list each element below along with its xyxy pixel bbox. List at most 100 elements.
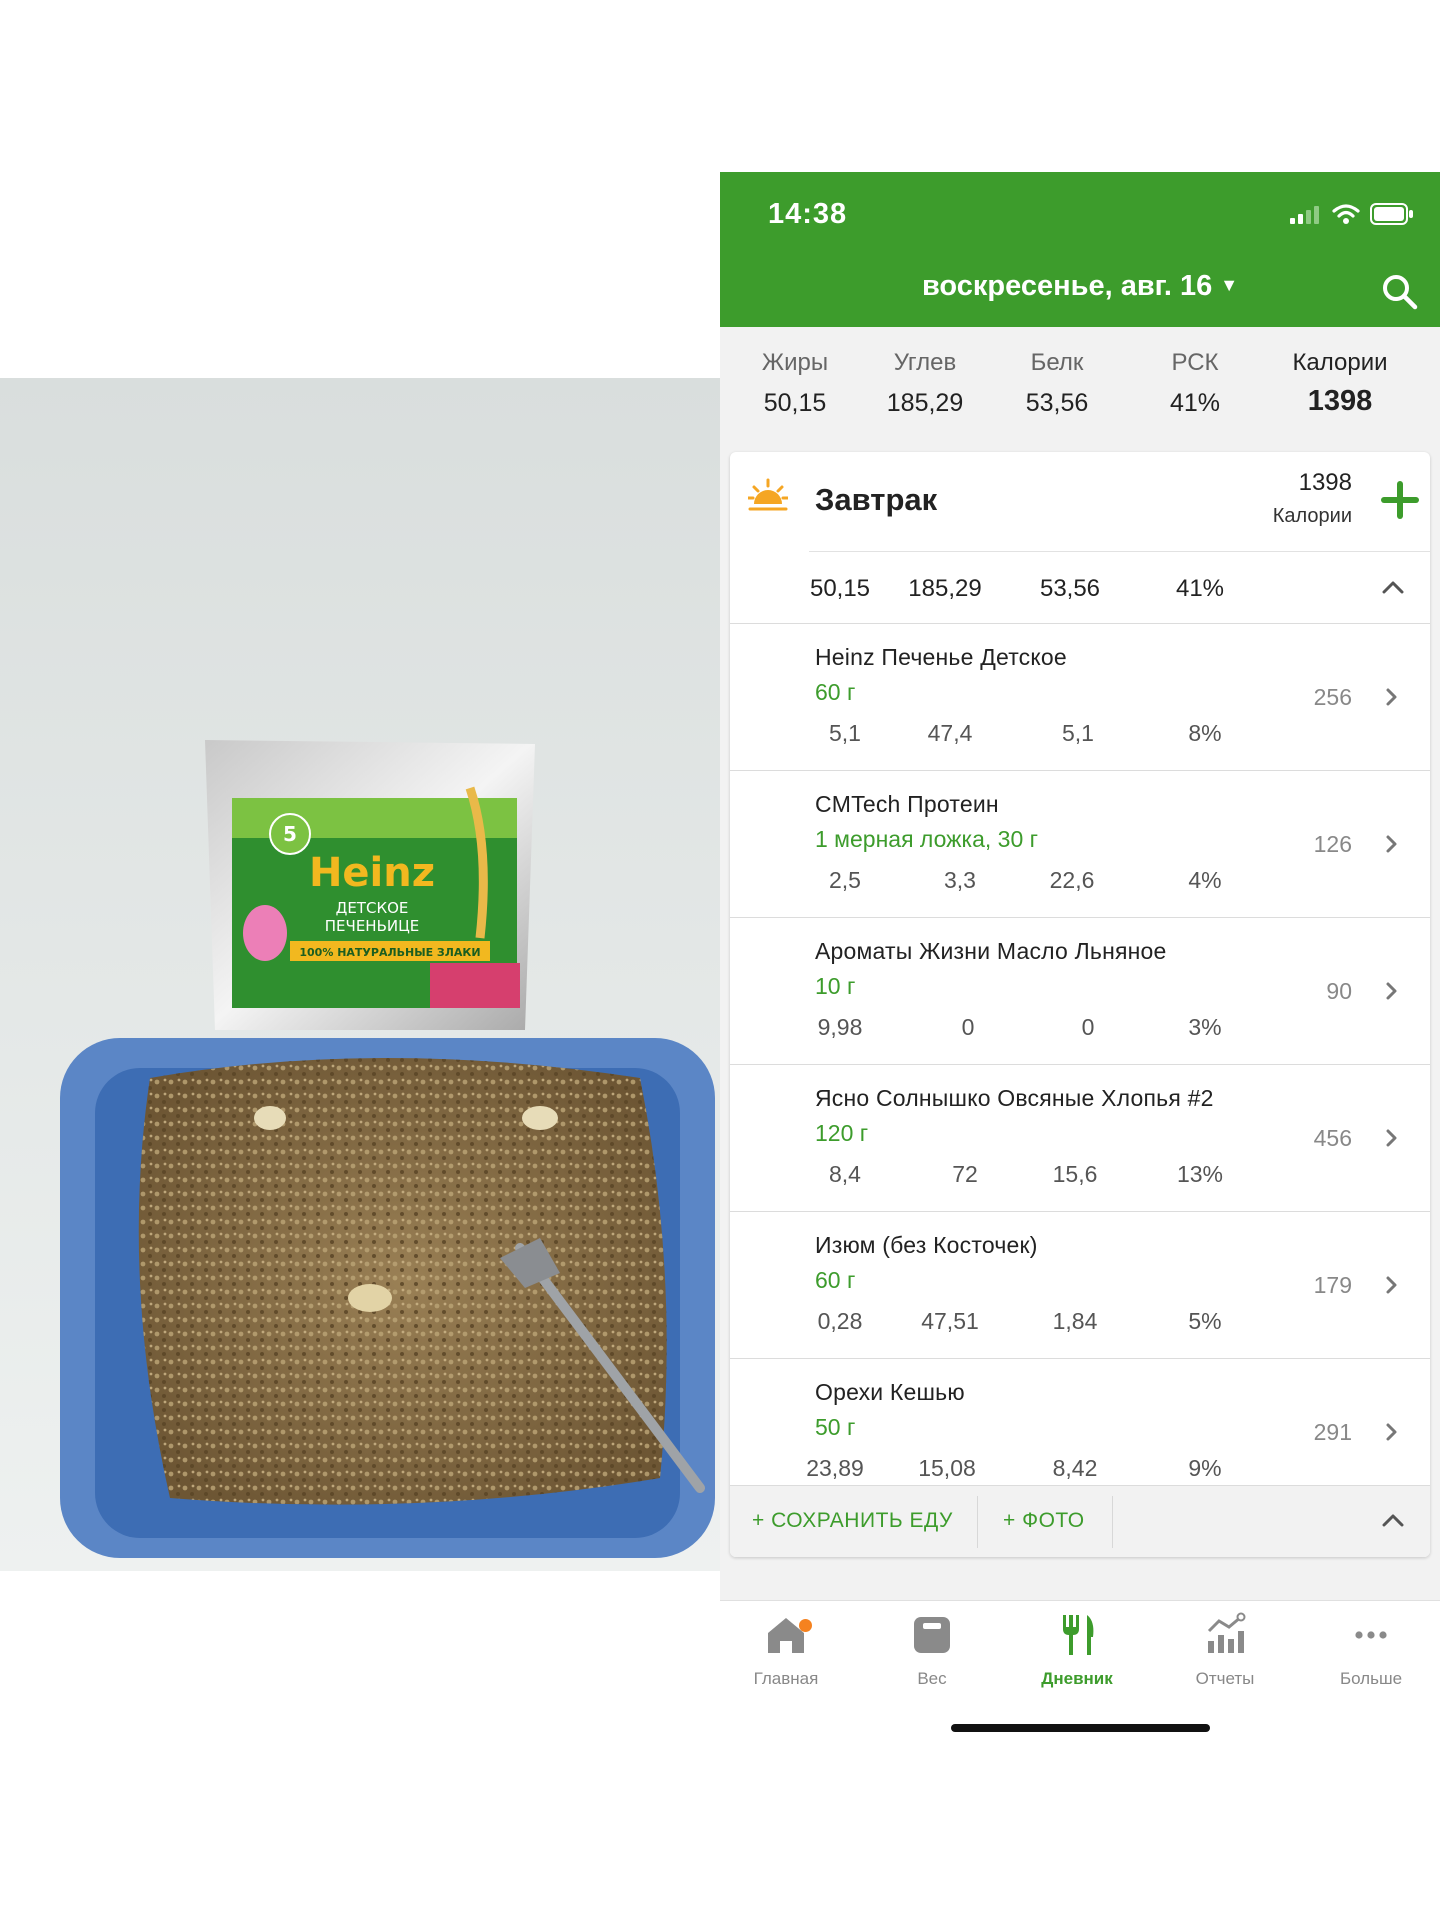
food-amount: 1 мерная ложка, 30 г	[815, 826, 1039, 852]
food-fat: 5,1	[829, 720, 861, 746]
meal-calories-label: Калории	[1272, 505, 1352, 527]
search-icon[interactable]	[1380, 272, 1420, 312]
tab-label: Дневник	[1041, 1669, 1113, 1688]
tab-reports[interactable]: Отчеты	[1160, 1611, 1290, 1689]
tab-weight[interactable]: Вес	[867, 1611, 997, 1689]
total-carbs: Углев 185,29	[860, 349, 990, 418]
food-photo: Heinz ДЕТСКОЕ ПЕЧЕНЬИЦЕ 100% НАТУРАЛЬНЫЕ…	[0, 378, 720, 1571]
chevron-right-icon	[1386, 1129, 1397, 1147]
chevron-right-icon	[1386, 835, 1397, 853]
package-brand: Heinz	[309, 850, 435, 896]
food-rsk: 5%	[1188, 1308, 1222, 1334]
meal-calories: 1398 Калории	[1273, 469, 1352, 528]
food-calories: 256	[1313, 684, 1352, 710]
food-item[interactable]: CMTech Протеин 1 мерная ложка, 30 г 2,5 …	[730, 770, 1430, 917]
food-calories: 456	[1313, 1125, 1352, 1151]
total-fat: Жиры 50,15	[730, 349, 860, 418]
total-label: Калории	[1292, 349, 1388, 376]
tab-diary[interactable]: Дневник	[1012, 1611, 1142, 1689]
tab-label: Вес	[917, 1669, 947, 1688]
food-carbs: 47,4	[927, 720, 973, 746]
divider	[1112, 1496, 1113, 1548]
food-calories: 291	[1313, 1419, 1352, 1445]
food-protein: 8,42	[1052, 1455, 1098, 1481]
food-protein: 15,6	[1052, 1161, 1098, 1187]
fork-knife-icon	[1063, 1615, 1094, 1655]
food-item[interactable]: Орехи Кешью 50 г 23,89 15,08 8,42 9% 291	[730, 1358, 1430, 1505]
total-label: Жиры	[761, 349, 829, 376]
food-item[interactable]: Ароматы Жизни Масло Льняное 10 г 9,98 0 …	[730, 917, 1430, 1064]
food-carbs: 47,51	[921, 1308, 979, 1334]
food-amount: 60 г	[815, 1267, 856, 1293]
total-rsk: РСК 41%	[1130, 349, 1260, 418]
food-rsk: 4%	[1188, 867, 1222, 893]
food-name: Heinz Печенье Детское	[815, 644, 1067, 670]
food-amount: 10 г	[815, 973, 856, 999]
food-item[interactable]: Изюм (без Косточек) 60 г 0,28 47,51 1,84…	[730, 1211, 1430, 1358]
package-line-1: ДЕТСКОЕ	[336, 899, 409, 917]
food-item[interactable]: Heinz Печенье Детское 60 г 5,1 47,4 5,1 …	[730, 623, 1430, 770]
food-fat: 23,89	[806, 1455, 864, 1481]
food-amount: 50 г	[815, 1414, 856, 1440]
total-label: РСК	[1171, 349, 1219, 376]
food-name: CMTech Протеин	[815, 791, 999, 817]
food-protein: 1,84	[1052, 1308, 1098, 1334]
food-carbs: 0	[961, 1014, 975, 1040]
food-name: Изюм (без Косточек)	[815, 1232, 1038, 1258]
tab-label: Отчеты	[1195, 1669, 1255, 1688]
total-protein: Белк 53,56	[992, 349, 1122, 418]
sunrise-icon	[748, 478, 788, 511]
chevron-right-icon	[1386, 1276, 1397, 1294]
save-food-button[interactable]: + СОХРАНИТЬ ЕДУ	[752, 1509, 953, 1533]
food-carbs: 72	[952, 1161, 978, 1187]
meal-card-breakfast: Завтрак 1398 Калории 50,15 185,29 53,56 …	[730, 452, 1430, 1557]
status-icons	[1290, 202, 1414, 226]
add-photo-button[interactable]: + ФОТО	[1003, 1509, 1085, 1533]
total-value: 50,15	[763, 389, 827, 417]
meal-protein: 53,56	[1039, 575, 1101, 602]
food-amount: 120 г	[815, 1120, 869, 1146]
status-time: 14:38	[768, 198, 848, 230]
tab-home[interactable]: Главная	[721, 1611, 851, 1689]
meal-carbs: 185,29	[908, 575, 982, 602]
chevron-right-icon	[1386, 982, 1397, 1000]
total-calories: Калории 1398	[1275, 349, 1405, 418]
food-protein: 5,1	[1062, 720, 1094, 746]
meal-footer: + СОХРАНИТЬ ЕДУ + ФОТО	[730, 1485, 1430, 1557]
food-rsk: 9%	[1188, 1455, 1222, 1481]
tab-label: Больше	[1339, 1669, 1403, 1688]
food-rsk: 3%	[1188, 1014, 1222, 1040]
food-protein: 22,6	[1049, 867, 1095, 893]
total-label: Белк	[1030, 349, 1084, 376]
date-selector[interactable]: воскресенье, авг. 16 ▼	[720, 270, 1440, 303]
food-name: Ясно Солнышко Овсяные Хлопья #2	[815, 1085, 1214, 1111]
food-fat: 2,5	[829, 867, 861, 893]
meal-macro-summary: 50,15 185,29 53,56 41%	[730, 551, 1430, 623]
food-rsk: 8%	[1188, 720, 1222, 746]
food-fat: 9,98	[817, 1014, 863, 1040]
food-rsk: 13%	[1176, 1161, 1224, 1187]
total-value: 41%	[1169, 389, 1221, 417]
food-carbs: 3,3	[944, 867, 976, 893]
divider	[977, 1496, 978, 1548]
food-calories: 126	[1313, 831, 1352, 857]
food-fat: 0,28	[817, 1308, 863, 1334]
food-item[interactable]: Ясно Солнышко Овсяные Хлопья #2 120 г 8,…	[730, 1064, 1430, 1211]
total-value: 1398	[1307, 385, 1373, 417]
notification-dot	[799, 1619, 812, 1632]
meal-title: Завтрак	[815, 482, 938, 517]
total-value: 185,29	[886, 389, 964, 417]
food-protein: 0	[1081, 1014, 1095, 1040]
phone-screen: 14:38 воскресенье, авг. 16 ▼ Жиры 50,15 …	[720, 172, 1440, 1749]
caret-down-icon: ▼	[1220, 275, 1239, 295]
food-calories: 179	[1313, 1272, 1352, 1298]
add-food-plus-icon[interactable]	[1380, 480, 1420, 520]
chart-icon	[1207, 1612, 1246, 1653]
meal-fat: 50,15	[809, 575, 871, 602]
tab-label: Главная	[753, 1669, 819, 1688]
tab-more[interactable]: Больше	[1306, 1611, 1436, 1689]
more-dots-icon	[1355, 1631, 1387, 1639]
total-label: Углев	[893, 349, 957, 376]
chevron-up-icon[interactable]	[1378, 1506, 1408, 1536]
chevron-up-icon[interactable]	[1378, 573, 1408, 603]
